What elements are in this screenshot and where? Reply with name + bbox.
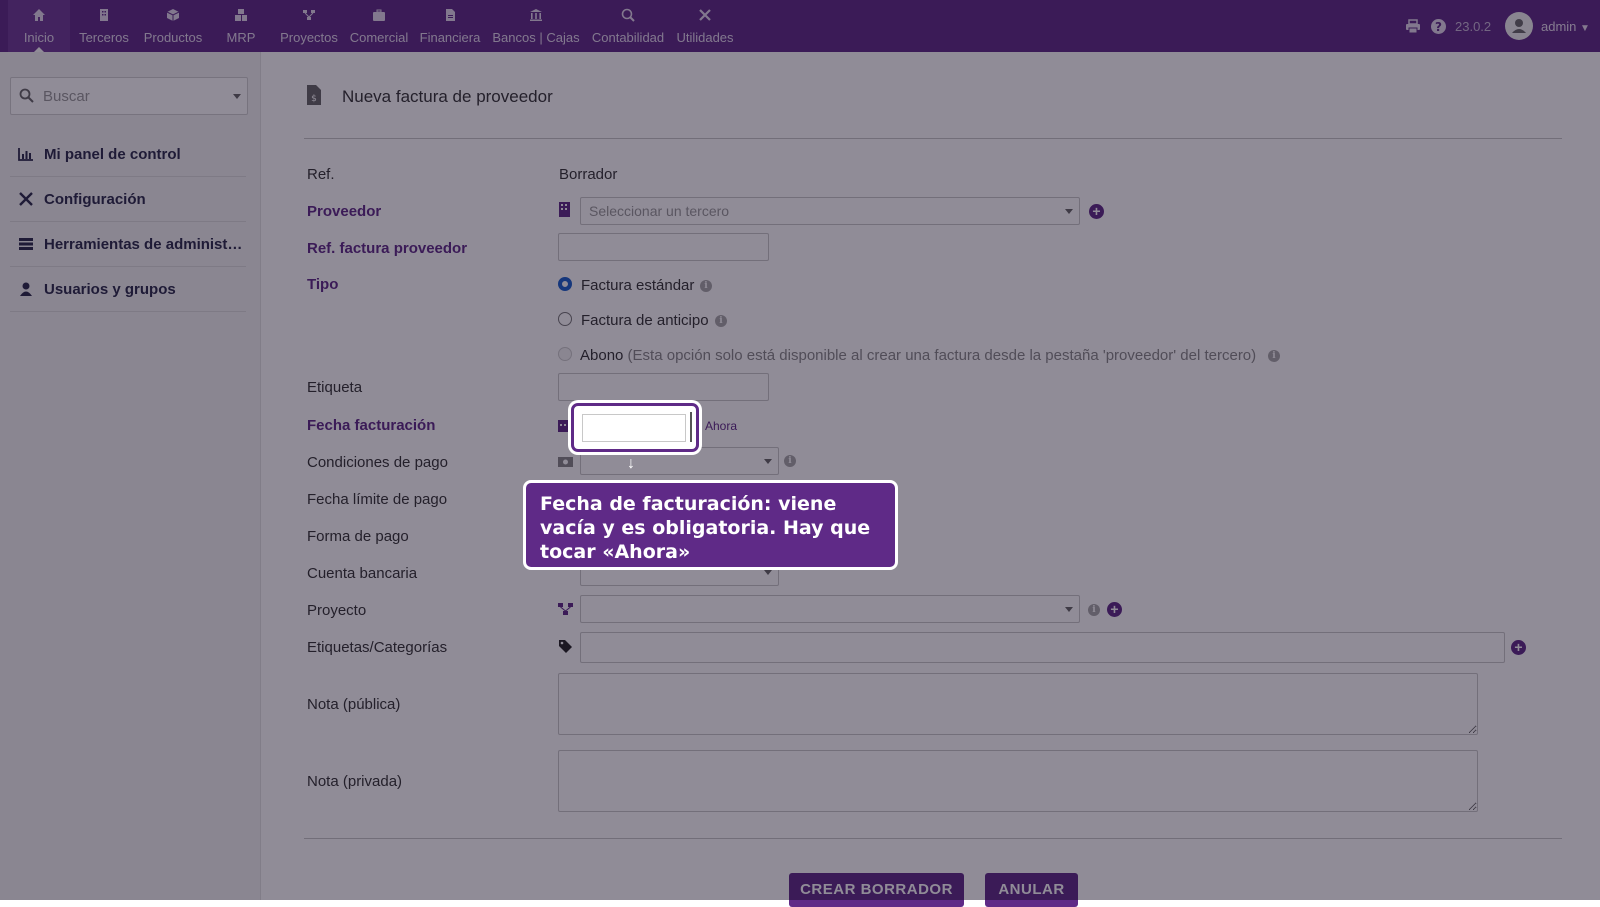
arrow-down-icon: ↓ [627,455,635,472]
invoice-date-input[interactable] [582,414,686,442]
tour-overlay [0,0,1600,900]
tour-tooltip: Fecha de facturación: viene vacía y es o… [523,480,898,570]
highlighted-date-field[interactable] [571,403,699,452]
spotlight-edge [690,412,692,442]
